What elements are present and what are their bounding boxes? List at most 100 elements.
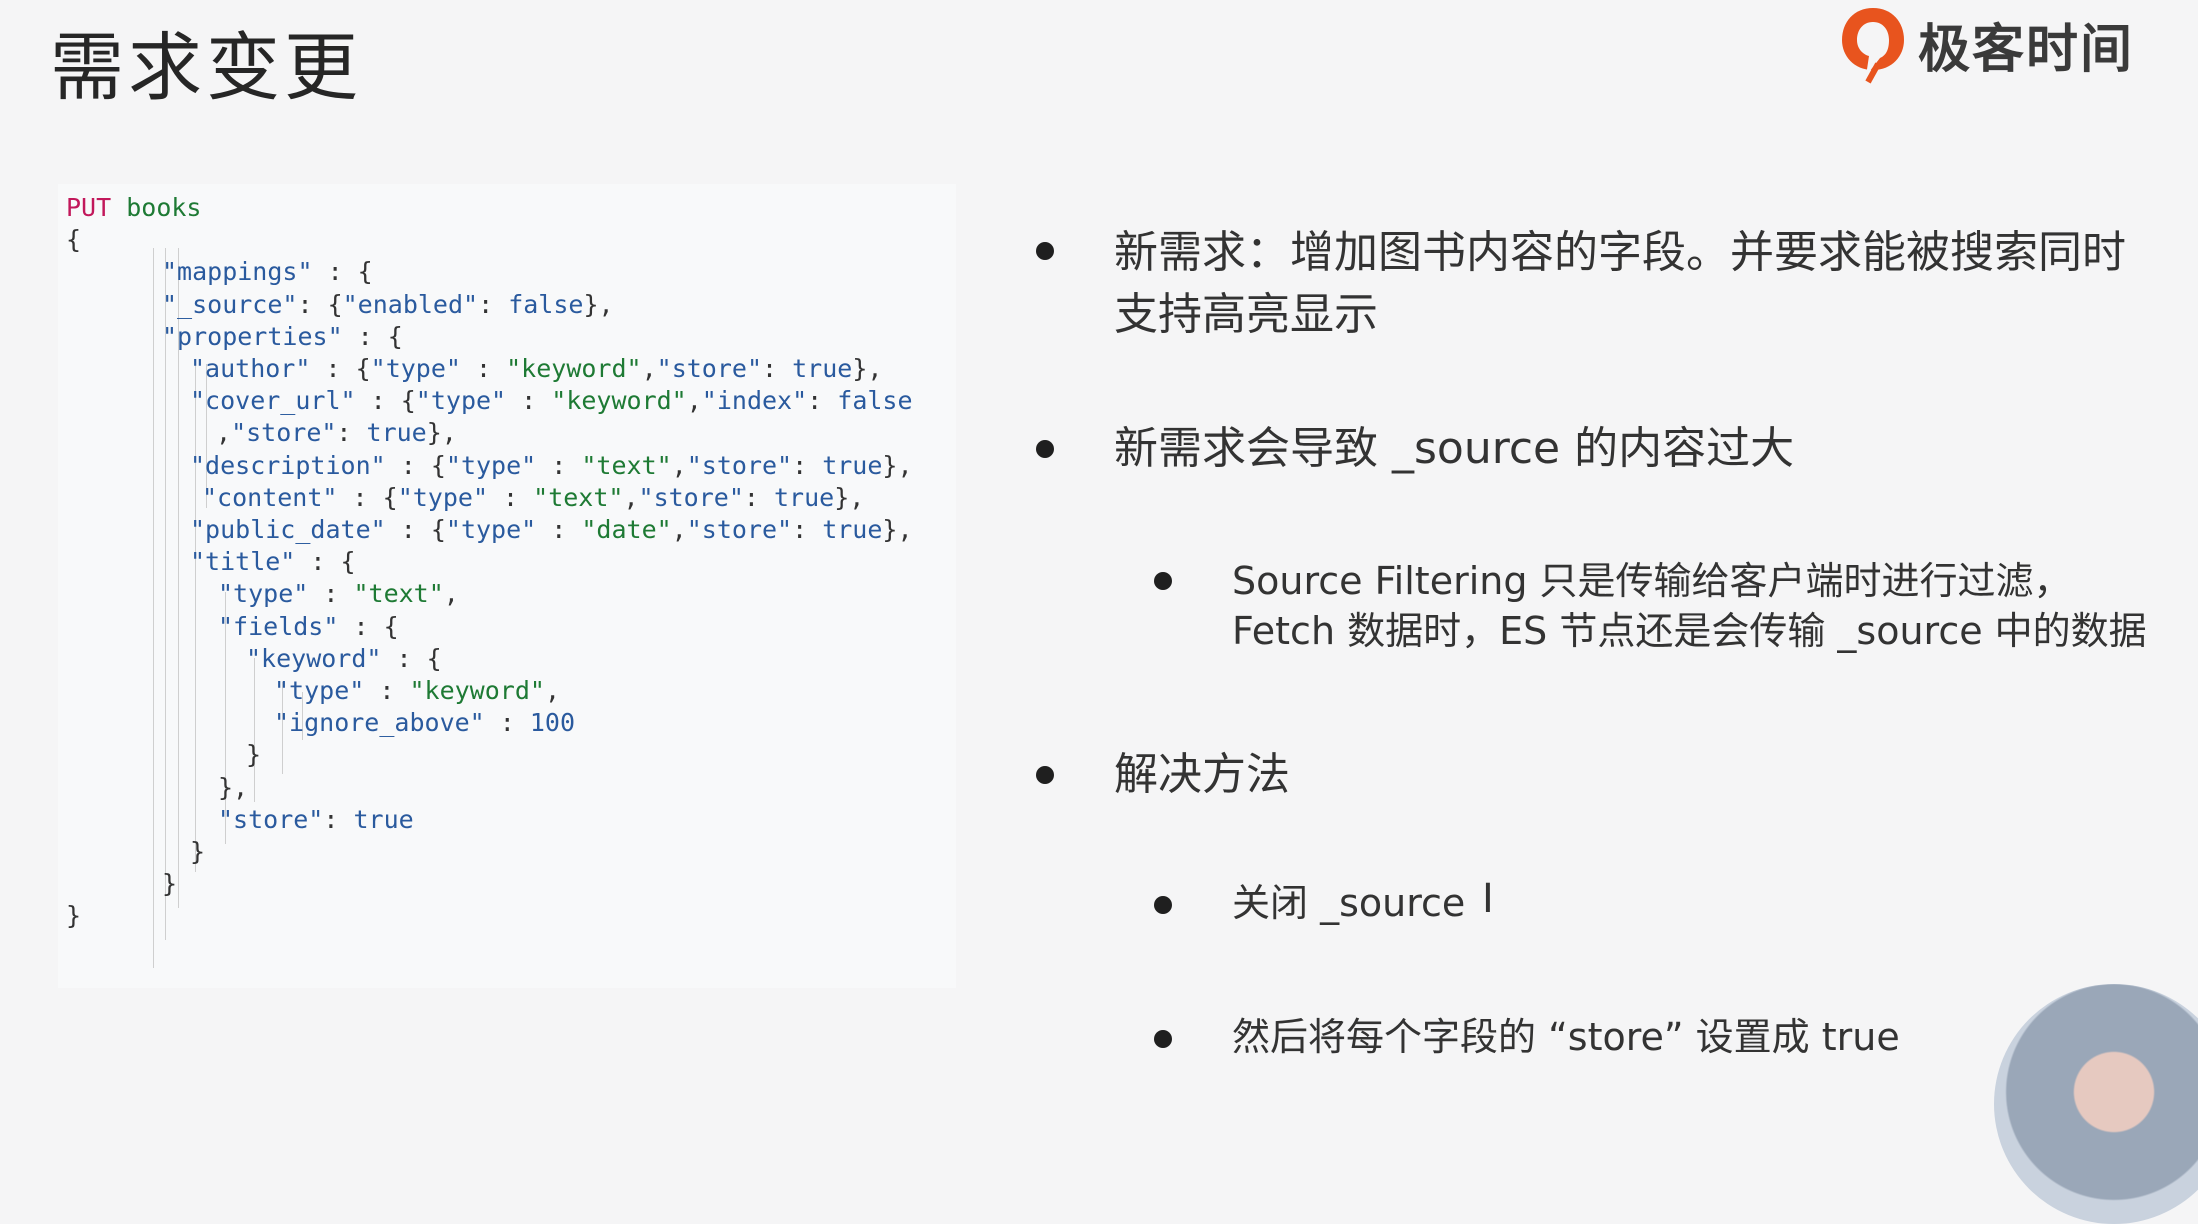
code-line: "type" : "keyword",: [274, 675, 560, 707]
code-token: "keyword": [246, 643, 382, 673]
code-token: PUT: [66, 193, 112, 222]
code-token: ,: [443, 579, 459, 609]
code-token: },: [426, 418, 457, 448]
code-token: ,: [216, 418, 232, 448]
bullet-text-line: 支持高亮显示: [1114, 289, 1378, 340]
code-line: "description" : {"type" : "text","store"…: [190, 450, 913, 482]
slide-title: 需求变更: [50, 25, 362, 111]
code-token: "text": [353, 579, 444, 609]
code-line: "keyword" : {: [246, 643, 442, 675]
code-token: :: [536, 515, 582, 544]
bullet-dot: [1036, 440, 1054, 458]
bullet-solution: 解决方法: [1114, 749, 1290, 800]
code-token: :: [536, 450, 582, 480]
code-token: true: [353, 804, 414, 834]
code-line: "ignore_above" : 100: [274, 707, 575, 739]
code-line: "content" : {"type" : "text","store": tr…: [202, 482, 864, 514]
code-token: },: [882, 450, 913, 480]
code-token: }: [190, 837, 206, 866]
sub-bullet-source-filtering: Source Filtering 只是传输给客户端时进行过滤， Fetch 数据…: [1232, 556, 2147, 656]
code-token: }: [246, 740, 262, 770]
code-token: "type": [445, 450, 537, 480]
code-token: :: [792, 515, 823, 544]
code-line: "fields" : {: [218, 611, 399, 643]
indent-guide: [254, 658, 255, 802]
code-token: true: [822, 450, 883, 480]
code-line: ,"store": true},: [216, 417, 457, 449]
code-line: }: [162, 868, 177, 900]
code-line: "type" : "text",: [218, 578, 459, 610]
bullet-new-requirement: 新需求：增加图书内容的字段。并要求能被搜索同时 支持高亮显示: [1114, 222, 2174, 346]
code-token: 100: [529, 708, 576, 738]
code-line: }: [190, 836, 205, 868]
code-line: {: [66, 224, 81, 256]
code-token: "type": [274, 676, 365, 705]
code-token: "keyword": [551, 386, 687, 416]
brand-logo: 极客时间: [1838, 4, 2134, 84]
bullet-dot: [1036, 242, 1054, 260]
code-token: false: [837, 386, 913, 416]
code-token: }: [162, 869, 178, 899]
code-token: "_source": [162, 289, 298, 319]
code-token: :: [308, 579, 354, 609]
code-token: "keyword": [409, 676, 545, 705]
code-token: : {: [342, 321, 403, 351]
code-token: ,: [641, 354, 657, 383]
code-token: books: [126, 193, 202, 222]
code-token: "type": [397, 482, 488, 512]
code-token: "ignore_above": [274, 708, 485, 738]
code-token: "store": [638, 482, 744, 512]
code-token: : {: [385, 450, 446, 480]
geektime-logo-icon: [1842, 8, 1904, 84]
code-token: ,: [623, 482, 639, 512]
code-token: "properties": [162, 321, 343, 351]
code-line: }: [246, 739, 261, 771]
code-line: "_source": {"enabled": false},: [162, 289, 614, 321]
code-token: "store": [231, 418, 337, 448]
code-line: "public_date" : {"type" : "date","store"…: [190, 514, 913, 546]
code-token: "title": [190, 547, 296, 577]
code-token: "index": [701, 386, 808, 416]
indent-guide: [153, 248, 154, 968]
code-token: },: [852, 354, 883, 383]
sub-bullet-store-true: 然后将每个字段的 “store” 设置成 true: [1232, 1015, 1900, 1059]
code-token: :: [323, 804, 354, 834]
code-token: :: [506, 386, 552, 416]
code-token: "store": [656, 354, 762, 383]
code-token: : {: [297, 289, 343, 319]
code-token: "type": [218, 579, 309, 609]
code-token: "mappings": [162, 257, 313, 287]
indent-guide: [195, 364, 196, 872]
code-line: "title" : {: [190, 546, 356, 578]
code-token: false: [508, 289, 584, 319]
code-line: },: [218, 772, 248, 804]
code-line: }: [66, 900, 81, 932]
code-token: "store": [218, 804, 324, 834]
code-token: "content": [202, 482, 338, 512]
code-token: : {: [312, 257, 373, 287]
code-token: "cover_url": [190, 386, 356, 416]
code-token: :: [484, 708, 530, 738]
bullet-text-line: Fetch 数据时，ES 节点还是会传输 _source 中的数据: [1232, 609, 2147, 653]
code-token: true: [822, 515, 883, 544]
code-token: "fields": [218, 611, 339, 641]
bullet-dot: [1036, 766, 1054, 784]
code-token: :: [762, 354, 793, 383]
code-token: :: [488, 482, 534, 512]
code-token: : {: [381, 643, 442, 673]
code-block: PUT books{"mappings" : {"_source": {"ena…: [58, 184, 956, 988]
code-token: }: [66, 901, 82, 931]
code-token: },: [218, 772, 249, 802]
code-token: "type": [370, 354, 461, 383]
code-token: "keyword": [506, 354, 642, 383]
code-token: : {: [355, 386, 416, 416]
code-token: "date": [581, 515, 672, 544]
code-token: ,: [686, 386, 702, 416]
code-token: :: [807, 386, 838, 416]
code-token: "store": [686, 450, 793, 480]
code-token: },: [882, 515, 913, 544]
bullet-text-line: 新需求：增加图书内容的字段。并要求能被搜索同时: [1114, 227, 2126, 278]
code-token: "store": [686, 515, 793, 544]
code-token: true: [792, 354, 853, 383]
code-token: : {: [295, 547, 356, 577]
